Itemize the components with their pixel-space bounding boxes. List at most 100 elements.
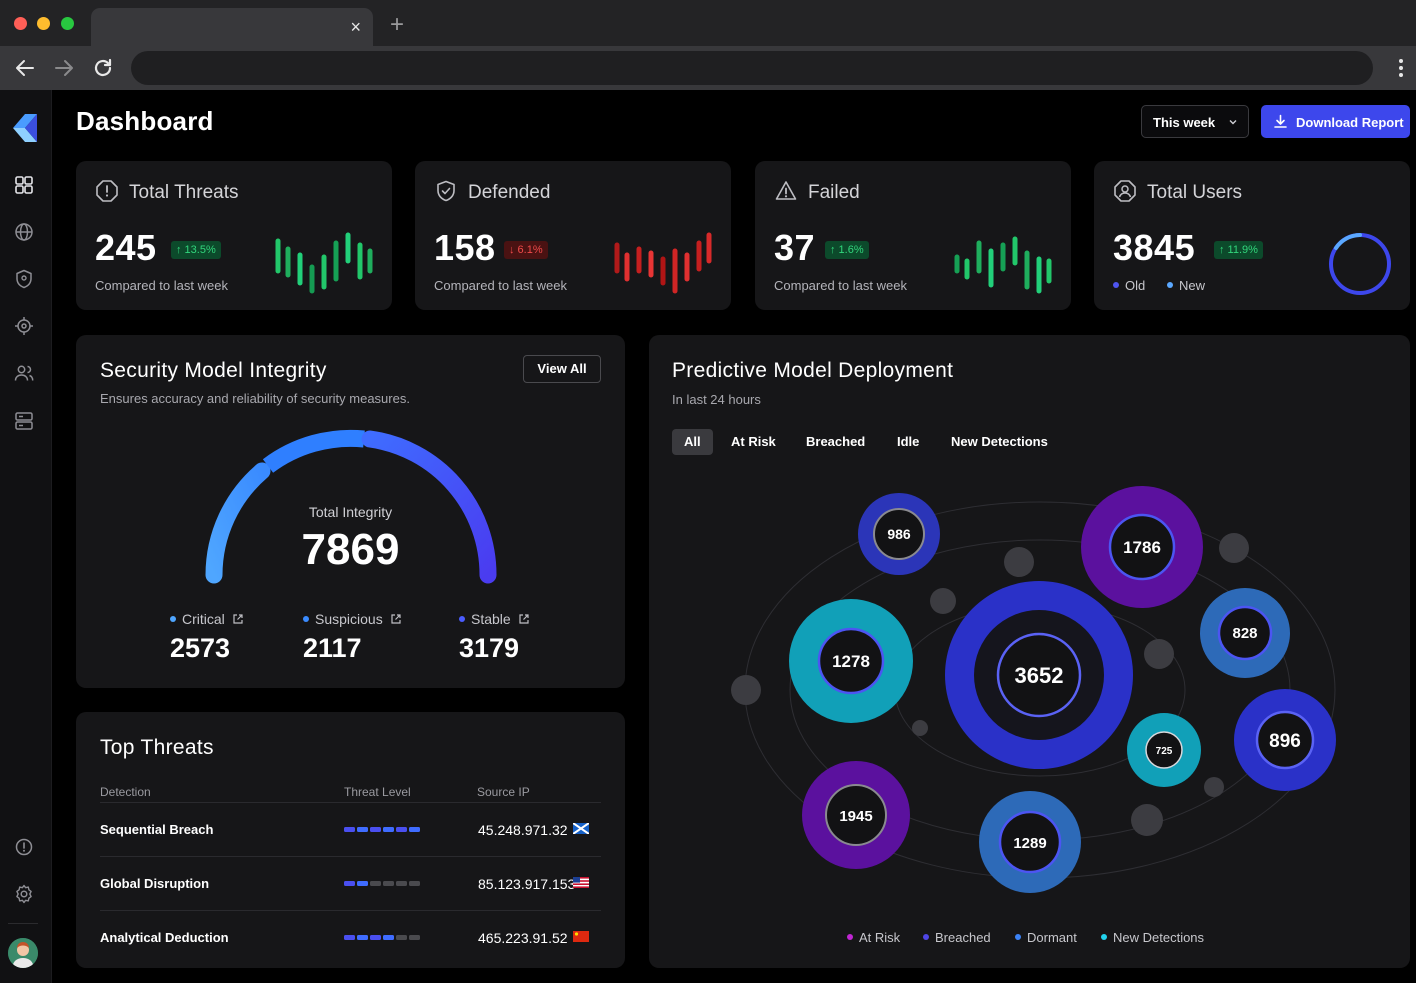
bubble-node-828: 828 <box>1200 588 1290 678</box>
info-icon[interactable] <box>13 836 35 858</box>
stat-subtext: Compared to last week <box>774 278 907 293</box>
dashboard-icon[interactable] <box>13 174 35 196</box>
threat-level-segment <box>409 935 420 940</box>
app-logo[interactable] <box>9 112 39 144</box>
threat-name: Sequential Breach <box>100 822 214 837</box>
threat-level-segment <box>409 827 420 832</box>
shield-icon[interactable] <box>13 268 35 290</box>
settings-gear-icon[interactable] <box>13 883 35 905</box>
idle-node <box>1131 804 1163 836</box>
threat-level-segment <box>344 935 355 940</box>
browser-tab[interactable]: × <box>91 8 373 46</box>
browser-menu-icon[interactable] <box>1398 58 1404 78</box>
table-row[interactable]: Analytical Deduction 465.223.91.52 <box>100 910 601 964</box>
sidebar <box>0 90 52 983</box>
shield-check-icon <box>437 180 455 202</box>
threat-level-bar <box>344 935 420 940</box>
source-ip: 85.123.917.153 <box>478 876 576 892</box>
idle-node <box>1004 547 1034 577</box>
china-flag-icon <box>573 931 589 942</box>
users-ring-chart <box>1329 233 1391 295</box>
tab-close-icon[interactable]: × <box>350 17 361 37</box>
bubble-node-725: 725 <box>1127 713 1201 787</box>
bubble-label-1786: 1786 <box>1123 538 1161 557</box>
bubble-node-1945: 1945 <box>802 761 910 869</box>
metric-stable[interactable]: Stable <box>459 611 530 627</box>
threat-level-segment <box>396 935 407 940</box>
stat-change-badge: ↑ 11.9% <box>1214 241 1263 259</box>
tab-at-risk[interactable]: At Risk <box>731 429 776 455</box>
metric-critical[interactable]: Critical <box>170 611 244 627</box>
tab-idle[interactable]: Idle <box>897 429 919 455</box>
gauge-label: Total Integrity <box>308 504 393 520</box>
threat-name: Analytical Deduction <box>100 930 229 945</box>
view-all-button[interactable]: View All <box>523 355 601 383</box>
forward-arrow-icon[interactable] <box>52 56 76 80</box>
legend-label: Dormant <box>1027 930 1077 945</box>
address-bar[interactable] <box>131 51 1373 85</box>
threat-level-segment <box>383 827 394 832</box>
stat-change-badge: ↑ 13.5% <box>171 241 221 259</box>
browser-toolbar <box>0 46 1416 90</box>
window-close-button[interactable] <box>14 17 27 30</box>
users-icon[interactable] <box>13 362 35 384</box>
tab-all[interactable]: All <box>672 429 713 455</box>
metric-suspicious[interactable]: Suspicious <box>303 611 402 627</box>
bubble-label-3652: 3652 <box>1015 663 1064 688</box>
bubble-node-1289: 1289 <box>979 791 1081 893</box>
new-tab-icon[interactable]: + <box>390 13 404 37</box>
external-link-icon <box>518 614 529 624</box>
idle-node <box>1144 639 1174 669</box>
idle-node <box>930 588 956 614</box>
period-select[interactable]: This week <box>1141 105 1249 138</box>
target-icon[interactable] <box>13 315 35 337</box>
period-select-label: This week <box>1153 115 1216 130</box>
legend-at-risk: At Risk <box>847 930 900 945</box>
column-header: Source IP <box>477 785 530 799</box>
table-row[interactable]: Global Disruption 85.123.917.153 <box>100 856 601 910</box>
back-arrow-icon[interactable] <box>13 56 37 80</box>
avatar-portrait-icon <box>8 938 38 968</box>
threat-level-bar <box>344 881 420 886</box>
legend-dot <box>1101 934 1107 940</box>
download-report-button[interactable]: Download Report <box>1261 105 1410 138</box>
table-row[interactable]: Sequential Breach 45.248.971.32 <box>100 802 601 856</box>
bubble-label-1278: 1278 <box>832 652 870 671</box>
threat-level-segment <box>370 827 381 832</box>
bubble-label-725: 725 <box>1156 746 1173 757</box>
tab-new-detections[interactable]: New Detections <box>951 429 1048 455</box>
bubble-label-828: 828 <box>1232 625 1257 642</box>
stat-value: 3845 <box>1113 227 1196 268</box>
threat-level-segment <box>357 827 368 832</box>
bubble-label-1289: 1289 <box>1013 835 1046 852</box>
stat-value: 245 <box>95 227 157 268</box>
page-title: Dashboard <box>76 106 214 136</box>
bubble-label-986: 986 <box>887 526 911 542</box>
globe-icon[interactable] <box>13 221 35 243</box>
legend-dot <box>459 616 465 622</box>
browser-tab-bar: × + <box>0 0 1416 46</box>
bubble-node-896: 896 <box>1234 689 1336 791</box>
sparkline-chart <box>954 236 1052 294</box>
threat-name: Global Disruption <box>100 876 210 891</box>
window-minimize-button[interactable] <box>37 17 50 30</box>
server-icon[interactable] <box>13 410 35 432</box>
stat-title: Total Users <box>1147 182 1243 203</box>
window-zoom-button[interactable] <box>61 17 74 30</box>
legend-new-label: New <box>1179 278 1206 293</box>
source-ip: 45.248.971.32 <box>478 822 568 838</box>
top-threats-panel: Top Threats Detection Threat Level Sourc… <box>76 712 625 968</box>
user-avatar[interactable] <box>8 938 38 968</box>
download-icon <box>1274 114 1287 128</box>
threat-level-segment <box>357 935 368 940</box>
idle-node <box>912 720 928 736</box>
bubble-label-896: 896 <box>1269 731 1301 752</box>
tab-breached[interactable]: Breached <box>806 429 865 455</box>
stat-title: Total Threats <box>129 182 239 203</box>
legend-dot <box>847 934 853 940</box>
metric-label: Stable <box>471 611 511 627</box>
reload-icon[interactable] <box>91 56 115 80</box>
metric-value: 2573 <box>170 633 231 663</box>
legend-dot <box>923 934 929 940</box>
legend-dot <box>1113 282 1119 288</box>
